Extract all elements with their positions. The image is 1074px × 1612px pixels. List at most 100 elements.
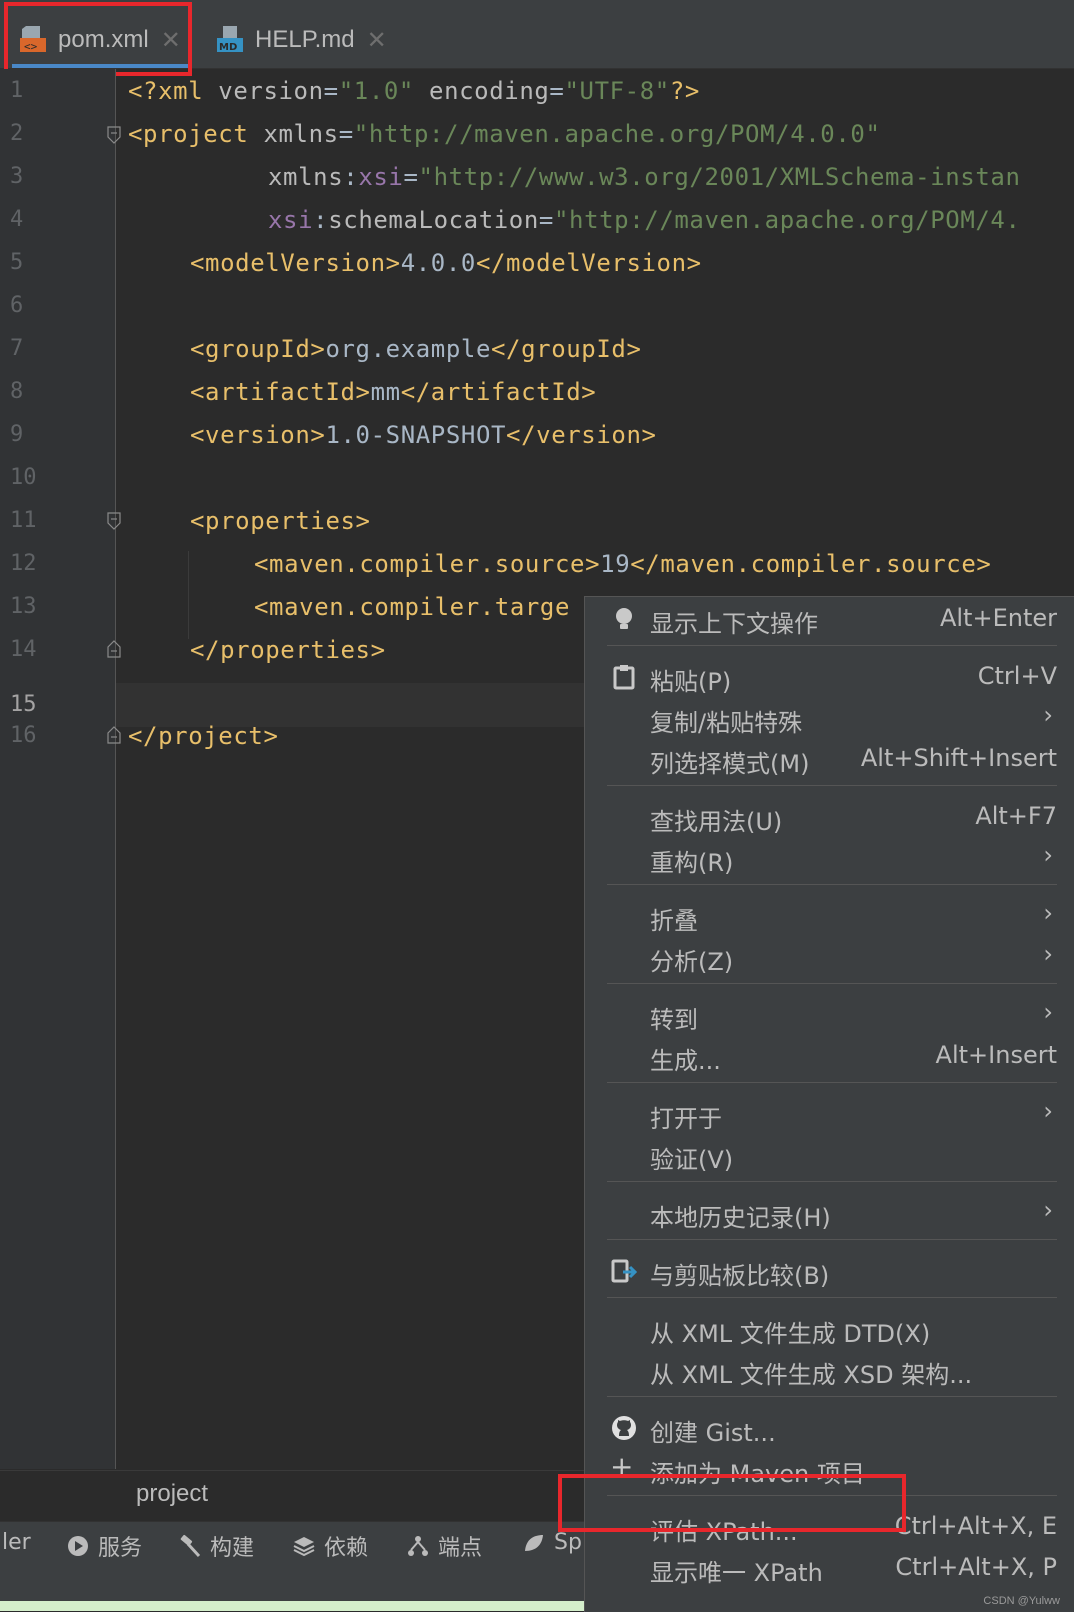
tab-label: HELP.md [255, 26, 355, 53]
menu-separator [607, 1082, 1057, 1083]
menu-item-paste[interactable]: 粘贴(P) Ctrl+V [585, 656, 1074, 698]
menu-separator [607, 1181, 1057, 1182]
code-line: 6 [0, 284, 1074, 328]
services-icon [66, 1534, 90, 1558]
menu-item-open-in[interactable]: 打开于 › [585, 1093, 1074, 1135]
hammer-icon [178, 1534, 202, 1558]
line-number: 9 [10, 422, 24, 447]
code-line: 3 xmlns:xsi="http://www.w3.org/2001/XMLS… [0, 155, 1074, 199]
tab-label: pom.xml [58, 26, 149, 53]
layers-icon [292, 1534, 316, 1558]
menu-separator [607, 645, 1057, 646]
fold-close-icon[interactable] [107, 726, 121, 744]
menu-item-analyze[interactable]: 分析(Z) › [585, 936, 1074, 978]
close-icon[interactable]: ✕ [367, 26, 387, 55]
chevron-right-icon: › [1043, 998, 1053, 1026]
tab-help-md[interactable]: MD HELP.md ✕ [215, 12, 387, 68]
line-number: 1 [10, 78, 24, 103]
close-icon[interactable]: ✕ [161, 26, 181, 55]
line-number: 5 [10, 250, 24, 275]
fold-open-icon[interactable] [107, 512, 121, 530]
menu-item-show-unique-xpath[interactable]: 显示唯一 XPath Ctrl+Alt+X, P [585, 1547, 1074, 1589]
line-number: 7 [10, 336, 24, 361]
menu-separator [607, 1239, 1057, 1240]
menu-item-goto[interactable]: 转到 › [585, 994, 1074, 1036]
chevron-right-icon: › [1043, 841, 1053, 869]
tool-window-build[interactable]: 构建 [178, 1530, 254, 1562]
line-number: 2 [10, 121, 24, 146]
chevron-right-icon: › [1043, 940, 1053, 968]
menu-item-folding[interactable]: 折叠 › [585, 895, 1074, 937]
menu-item-column-selection[interactable]: 列选择模式(M) Alt+Shift+Insert [585, 738, 1074, 780]
xml-file-icon: <> [18, 24, 48, 56]
menu-item-compare-clipboard[interactable]: 与剪贴板比较(B) [585, 1250, 1074, 1292]
menu-separator [607, 983, 1057, 984]
bulb-icon [611, 606, 637, 632]
editor-context-menu: 显示上下文操作 Alt+Enter 粘贴(P) Ctrl+V 复制/粘贴特殊 ›… [584, 596, 1074, 1612]
chevron-right-icon: › [1043, 1196, 1053, 1224]
line-number: 6 [10, 293, 24, 318]
tool-window-dependencies[interactable]: 依赖 [292, 1530, 368, 1562]
line-number: 10 [10, 465, 37, 490]
menu-item-copy-paste-special[interactable]: 复制/粘贴特殊 › [585, 697, 1074, 739]
watermark: CSDN @Yulww [983, 1595, 1060, 1607]
menu-separator [607, 785, 1057, 786]
menu-item-refactor[interactable]: 重构(R) › [585, 837, 1074, 879]
tool-window-services[interactable]: 服务 [66, 1530, 142, 1562]
code-line: 1 <?xml version="1.0" encoding="UTF-8"?> [0, 69, 1074, 113]
menu-item-add-as-maven-project[interactable]: + 添加为 Maven 项目 [585, 1448, 1074, 1490]
line-number: 14 [10, 637, 37, 662]
menu-item-evaluate-xpath[interactable]: 评估 XPath... Ctrl+Alt+X, E [585, 1506, 1074, 1548]
menu-item-create-gist[interactable]: 创建 Gist... [585, 1407, 1074, 1449]
menu-separator [607, 884, 1057, 885]
menu-separator [607, 1396, 1057, 1397]
line-number: 4 [10, 207, 24, 232]
code-line: 10 [0, 456, 1074, 500]
github-icon [611, 1415, 637, 1441]
fold-close-icon[interactable] [107, 640, 121, 658]
line-number: 12 [10, 551, 37, 576]
editor-tab-bar: <> pom.xml ✕ MD HELP.md ✕ [0, 12, 1074, 69]
menu-item-find-usages[interactable]: 查找用法(U) Alt+F7 [585, 796, 1074, 838]
compare-clipboard-icon [611, 1258, 638, 1284]
status-progress-strip [0, 1601, 590, 1611]
code-line: 8 <artifactId>mm</artifactId> [0, 370, 1074, 414]
line-number: 8 [10, 379, 24, 404]
code-line: 4 xsi:schemaLocation="http://maven.apach… [0, 198, 1074, 242]
breadcrumb[interactable]: project [0, 1470, 590, 1521]
tool-window-partial[interactable]: ler [2, 1530, 31, 1555]
tab-pom-xml[interactable]: <> pom.xml ✕ [12, 12, 189, 68]
menu-item-validate[interactable]: 验证(V) [585, 1134, 1074, 1176]
code-line: 2 <project xmlns="http://maven.apache.or… [0, 112, 1074, 156]
menu-item-show-context-actions[interactable]: 显示上下文操作 Alt+Enter [585, 598, 1074, 640]
menu-separator [607, 1495, 1057, 1496]
code-line: 11 <properties> [0, 499, 1074, 543]
menu-item-generate[interactable]: 生成... Alt+Insert [585, 1035, 1074, 1077]
line-number: 11 [10, 508, 37, 533]
tool-window-spring[interactable]: Sp [522, 1530, 582, 1555]
code-line: 9 <version>1.0-SNAPSHOT</version> [0, 413, 1074, 457]
code-line: 12 <maven.compiler.source>19</maven.comp… [0, 542, 1074, 586]
menu-item-local-history[interactable]: 本地历史记录(H) › [585, 1192, 1074, 1234]
chevron-right-icon: › [1043, 1097, 1053, 1125]
spring-leaf-icon [522, 1531, 546, 1555]
active-tab-indicator [12, 64, 189, 68]
fold-open-icon[interactable] [107, 126, 121, 144]
tool-window-endpoints[interactable]: 端点 [406, 1530, 482, 1562]
line-number: 3 [10, 164, 24, 189]
breadcrumb-item[interactable]: project [136, 1480, 208, 1508]
chevron-right-icon: › [1043, 899, 1053, 927]
svg-text:<>: <> [24, 40, 38, 53]
line-number: 13 [10, 594, 37, 619]
tool-window-bar: ler 服务 构建 依赖 端点 Sp [0, 1521, 590, 1566]
code-line: 5 <modelVersion>4.0.0</modelVersion> [0, 241, 1074, 285]
chevron-right-icon: › [1043, 701, 1053, 729]
svg-text:MD: MD [219, 42, 237, 53]
menu-item-generate-xsd[interactable]: 从 XML 文件生成 XSD 架构... [585, 1349, 1074, 1391]
markdown-file-icon: MD [215, 24, 245, 56]
clipboard-icon [611, 664, 637, 690]
menu-item-generate-dtd[interactable]: 从 XML 文件生成 DTD(X) [585, 1308, 1074, 1350]
endpoints-icon [406, 1534, 430, 1558]
code-line: 7 <groupId>org.example</groupId> [0, 327, 1074, 371]
menu-separator [607, 1297, 1057, 1298]
